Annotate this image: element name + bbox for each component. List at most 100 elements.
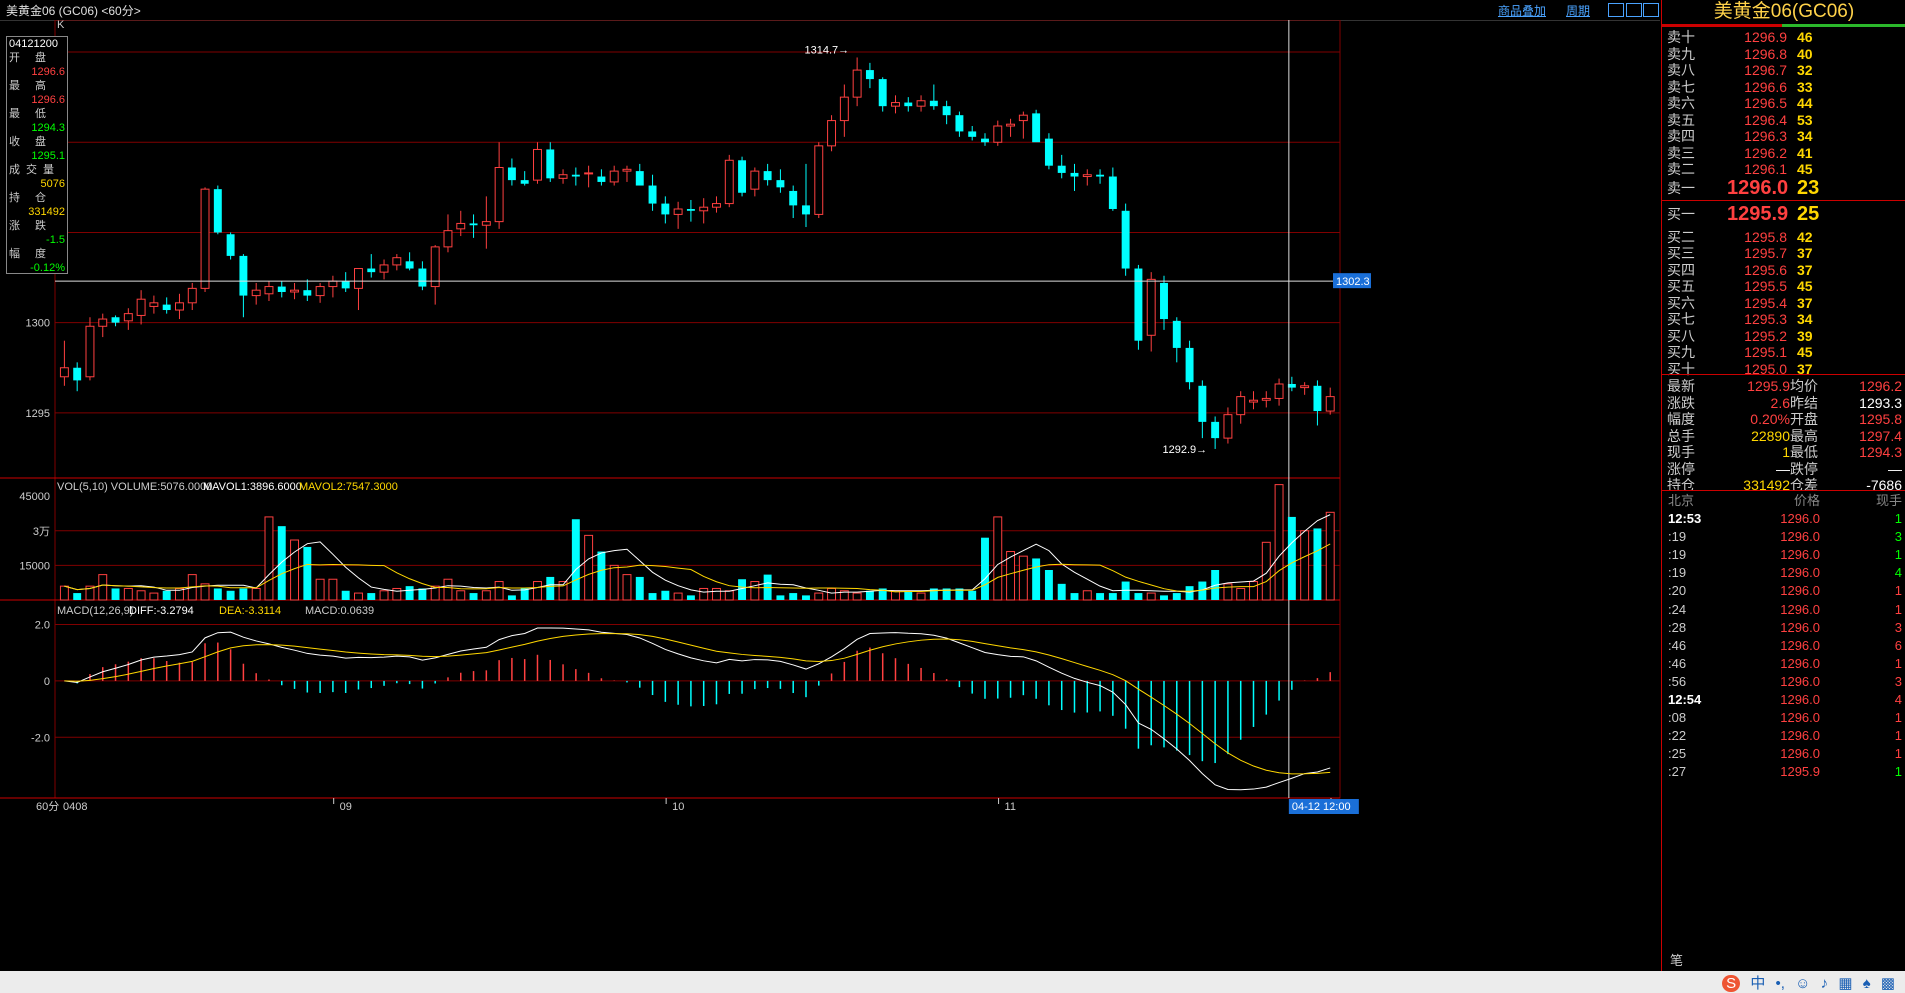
mavol2-line <box>64 543 1331 593</box>
volume-bar <box>1160 595 1168 600</box>
candle-body <box>59 367 69 378</box>
buy-row: 买一 1295.9 25 <box>1662 204 1905 224</box>
info-value: 331492 <box>28 206 65 218</box>
close-panel-icon[interactable] <box>1643 3 1659 17</box>
volume-bar <box>802 595 810 600</box>
candle-body <box>916 100 926 107</box>
candle-body <box>264 286 274 295</box>
candle-body <box>187 287 197 304</box>
info-label: 涨 跌 <box>9 220 53 232</box>
volume-bar <box>673 592 683 601</box>
candle-body <box>1146 278 1156 336</box>
candle-body <box>392 257 402 266</box>
candle-body <box>904 102 913 107</box>
candle-body <box>290 289 300 293</box>
volume-bar <box>750 581 760 601</box>
info-label: 开 盘 <box>9 52 53 64</box>
candle-body <box>981 138 989 143</box>
volume-bar <box>993 516 1003 601</box>
volume-bar <box>239 588 248 600</box>
candle-body <box>738 160 747 193</box>
tick-row: :27 1295.9 1 <box>1662 761 1905 783</box>
volume-bar <box>405 586 414 600</box>
volume-bar <box>1313 528 1322 600</box>
kline-chart[interactable]: K1305130012951314.7→1292.9→1302.3450003万… <box>0 20 1660 971</box>
candle-body <box>763 171 772 181</box>
volume-bar <box>111 588 120 600</box>
sogou-icon[interactable]: S <box>1722 975 1741 992</box>
candle-body <box>1018 114 1028 122</box>
lang-icon[interactable]: 中 <box>1750 975 1765 992</box>
punct-icon[interactable]: •, <box>1776 975 1785 992</box>
shirt-icon[interactable]: ♠ <box>1863 975 1871 992</box>
volume-bar <box>264 516 274 601</box>
diff-legend: DIFF:-3.2794 <box>129 605 194 617</box>
low-label: 1292.9→ <box>1162 444 1207 456</box>
volume-bar <box>1287 516 1296 600</box>
volume-bar <box>481 590 491 601</box>
volume-bar <box>916 592 926 601</box>
volume-bar <box>699 587 709 601</box>
candle-body <box>443 230 453 248</box>
candle-body <box>1198 385 1207 422</box>
info-value: -1.5 <box>46 234 65 246</box>
candle-body <box>1313 385 1322 412</box>
candle-body <box>200 188 210 289</box>
orderbook-divider <box>1662 200 1905 201</box>
candle-body <box>955 115 964 132</box>
keyboard-icon[interactable]: ▦ <box>1838 975 1852 992</box>
layout-icon[interactable] <box>1608 3 1624 17</box>
volume-bar <box>609 564 619 601</box>
price-tick-label: 1295 <box>26 408 50 420</box>
candle-body <box>1185 347 1194 383</box>
volume-bar <box>1134 593 1143 600</box>
candle-body <box>1006 123 1016 127</box>
buy-volume: 25 <box>1797 203 1820 225</box>
window-icon[interactable] <box>1626 3 1642 17</box>
candle-body <box>571 174 580 177</box>
candle-body <box>162 304 171 311</box>
volume-bar <box>1172 593 1181 600</box>
candle-body <box>1300 385 1310 389</box>
volume-bar <box>1057 583 1066 600</box>
candle-body <box>558 174 568 179</box>
emoji-icon[interactable]: ☺ <box>1795 975 1810 992</box>
candle-body <box>622 168 632 172</box>
candle-body <box>328 280 338 288</box>
candle-body <box>1057 165 1066 173</box>
volume-bar <box>1082 590 1092 601</box>
macd-tick-label: -2.0 <box>31 732 50 744</box>
volume-bar <box>981 537 989 600</box>
info-value: 5076 <box>40 178 65 190</box>
candle-body <box>239 255 248 296</box>
sell-row: 卖一 1296.0 23 <box>1662 178 1905 198</box>
vol-tick-label: 45000 <box>19 491 50 503</box>
volume-bar <box>827 587 837 601</box>
candle-body <box>1249 399 1258 403</box>
tick-volume: 1 <box>1894 764 1902 780</box>
volume-bar <box>98 574 108 601</box>
candle-body <box>635 171 644 186</box>
crosshair-price: 1302.3 <box>1336 276 1370 288</box>
volume-bar <box>571 519 580 600</box>
price-tick-label: 1300 <box>26 318 50 330</box>
overlay-commodity-link[interactable]: 商品叠加 <box>1498 2 1546 19</box>
period-link[interactable]: 周期 <box>1566 2 1590 19</box>
grid-icon[interactable]: ▩ <box>1881 975 1895 992</box>
candle-body <box>1096 174 1105 177</box>
sell-volume: 45 <box>1797 161 1813 177</box>
volume-bar <box>1223 583 1233 601</box>
candle-body <box>865 70 874 80</box>
mic-icon[interactable]: ♪ <box>1821 975 1829 992</box>
volume-bar <box>648 593 657 600</box>
input-method-tray[interactable]: S 中 •, ☺ ♪ ▦ ♠ ▩ <box>1716 972 1895 992</box>
candle-body <box>418 268 427 287</box>
macd-legend: MACD(12,26,9) <box>57 605 133 617</box>
volume-bar <box>379 590 389 601</box>
volume-bar <box>1018 555 1028 601</box>
volume-bar <box>533 581 542 601</box>
volume-bar <box>226 590 235 600</box>
candle-body <box>839 96 849 122</box>
candle-body <box>827 120 837 147</box>
candle-body <box>1211 421 1220 439</box>
